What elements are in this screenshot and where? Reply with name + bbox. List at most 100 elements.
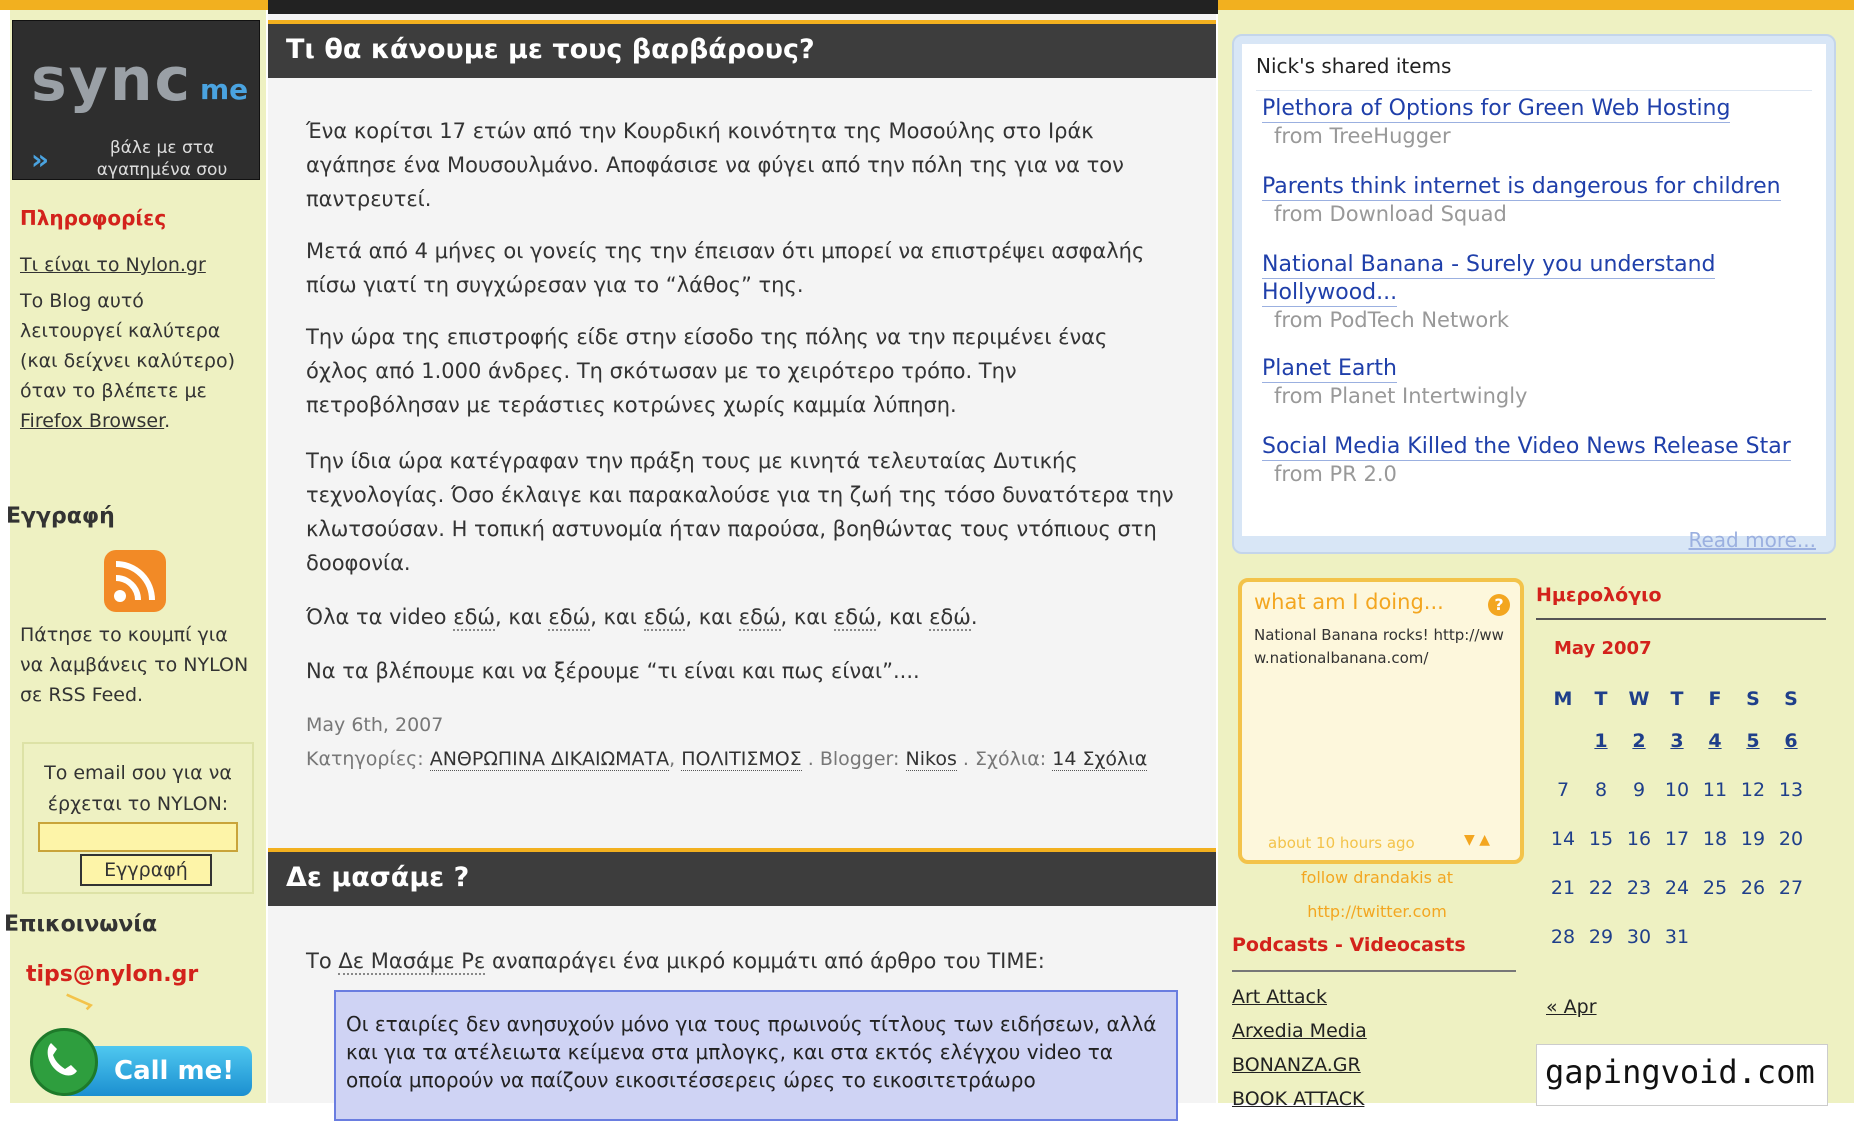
calendar-day: 31 bbox=[1664, 925, 1690, 948]
category-link[interactable]: ΠΟΛΙΤΙΣΜΟΣ bbox=[681, 748, 802, 771]
shared-item-link[interactable]: Planet Earth bbox=[1262, 356, 1397, 383]
shared-items-panel: Nick's shared items Plethora of Options … bbox=[1242, 44, 1826, 536]
divider bbox=[1232, 970, 1516, 972]
divider bbox=[1256, 90, 1812, 91]
envelope-arrow-icon bbox=[66, 993, 93, 1011]
calendar-month: May 2007 bbox=[1554, 638, 1652, 659]
top-banner bbox=[268, 0, 1218, 14]
blog-note: Το Blog αυτό λειτουργεί καλύτερα (και δε… bbox=[20, 290, 236, 432]
shared-item-link[interactable]: Parents think internet is dangerous for … bbox=[1262, 174, 1781, 201]
post1-meta: Κατηγορίες: ΑΝΘΡΩΠΙΝΑ ΔΙΚΑΙΩΜΑΤΑ, ΠΟΛΙΤΙ… bbox=[306, 748, 1148, 771]
previous-month-link[interactable]: « Apr bbox=[1546, 996, 1597, 1018]
weekday-header: T bbox=[1670, 688, 1684, 710]
podcast-link[interactable]: Art Attack bbox=[1232, 986, 1327, 1008]
left-sidebar: sync me » βάλε με στα αγαπημένα σου Πληρ… bbox=[4, 10, 266, 1103]
calendar-day-link[interactable]: 2 bbox=[1620, 716, 1658, 765]
post1-title[interactable]: Τι θα κάνουμε με τους βαρβάρους? bbox=[286, 34, 815, 65]
info-heading: Πληροφορίες bbox=[20, 206, 167, 230]
calendar-day: 9 bbox=[1632, 778, 1646, 801]
subscribe-button[interactable]: Εγγραφή bbox=[80, 854, 212, 886]
main-content: Τι θα κάνουμε με τους βαρβάρους? Ένα κορ… bbox=[268, 14, 1216, 1121]
twitter-status: National Banana rocks! http://www.nation… bbox=[1254, 626, 1504, 667]
calendar-day: 10 bbox=[1664, 778, 1690, 801]
call-me-label: Call me! bbox=[114, 1056, 235, 1086]
twitter-widget: what am I doing... ? National Banana roc… bbox=[1238, 578, 1524, 864]
rss-text: Πάτησε το κουμπί για να λαμβάνεις το NYL… bbox=[20, 624, 249, 706]
shared-items-widget: Nick's shared items Plethora of Options … bbox=[1232, 34, 1836, 554]
shared-item-link[interactable]: Social Media Killed the Video News Relea… bbox=[1262, 434, 1791, 461]
contact-heading: Επικοινωνία bbox=[4, 912, 158, 937]
email-prompt: Το email σου για να έρχεται το NYLON: bbox=[44, 762, 232, 815]
post1-paragraph-1: Ένα κορίτσι 17 ετών από την Κουρδική κοι… bbox=[306, 119, 1124, 211]
calendar-day: 28 bbox=[1550, 925, 1576, 948]
gapingvoid-banner[interactable]: gapingvoid.com bbox=[1536, 1044, 1828, 1106]
demasame-link[interactable]: Δε Μασάμε Ρε bbox=[338, 949, 486, 975]
video-link[interactable]: εδώ bbox=[453, 605, 496, 631]
shared-item-link[interactable]: National Banana - Surely you understand bbox=[1262, 252, 1716, 279]
gapingvoid-logo: gapingvoid.com bbox=[1545, 1053, 1815, 1091]
calendar-day bbox=[1734, 912, 1772, 961]
calendar-day: 16 bbox=[1626, 827, 1652, 850]
email-input[interactable] bbox=[38, 822, 238, 852]
calendar-day: 19 bbox=[1740, 827, 1766, 850]
rss-icon[interactable] bbox=[104, 550, 166, 612]
podcast-link[interactable]: BOOK ATTACK bbox=[1232, 1088, 1364, 1110]
about-link[interactable]: Τι είναι το Nylon.gr bbox=[20, 254, 206, 276]
calendar-day: 15 bbox=[1588, 827, 1614, 850]
read-more-link[interactable]: Read more... bbox=[1689, 528, 1817, 552]
weekday-header: F bbox=[1708, 688, 1722, 710]
calendar-day-link[interactable]: 5 bbox=[1734, 716, 1772, 765]
weekday-header: T bbox=[1594, 688, 1608, 710]
follow-text[interactable]: follow drandakis at bbox=[1238, 868, 1516, 887]
sync-me-logo: me bbox=[200, 73, 249, 106]
sync-logo: sync bbox=[31, 45, 193, 115]
shared-item-source: from TreeHugger bbox=[1274, 124, 1451, 148]
calendar-day-link[interactable]: 4 bbox=[1696, 716, 1734, 765]
calendar-day: 18 bbox=[1702, 827, 1728, 850]
podcast-link[interactable]: BONANZA.GR bbox=[1232, 1054, 1361, 1076]
video-link[interactable]: εδώ bbox=[643, 605, 686, 631]
double-chevron-icon: » bbox=[31, 143, 50, 176]
weekday-header: S bbox=[1746, 688, 1760, 710]
twitter-link[interactable]: http://twitter.com bbox=[1238, 902, 1516, 921]
post2-title[interactable]: Δε μασάμε ? bbox=[286, 862, 469, 893]
calendar-day bbox=[1772, 912, 1810, 961]
calendar-heading: Ημερολόγιο bbox=[1536, 584, 1662, 606]
sync-tagline: βάλε με στα αγαπημένα σου bbox=[96, 138, 228, 180]
calendar-day: 26 bbox=[1740, 876, 1766, 899]
comments-link[interactable]: 14 Σχόλια bbox=[1052, 748, 1148, 771]
shared-item-source: from Download Squad bbox=[1274, 202, 1507, 226]
category-link[interactable]: ΑΝΘΡΩΠΙΝΑ ΔΙΚΑΙΩΜΑΤΑ bbox=[429, 748, 670, 771]
calendar-day-link[interactable]: 6 bbox=[1772, 716, 1810, 765]
divider bbox=[1536, 618, 1826, 620]
calendar-day: 17 bbox=[1664, 827, 1690, 850]
calendar-day: 25 bbox=[1702, 876, 1728, 899]
syncme-banner[interactable]: sync me » βάλε με στα αγαπημένα σου bbox=[12, 20, 260, 180]
podcast-link[interactable]: Arxedia Media bbox=[1232, 1020, 1367, 1042]
top-strip bbox=[0, 0, 1854, 14]
video-link[interactable]: εδώ bbox=[929, 605, 971, 631]
calendar-day: 14 bbox=[1550, 827, 1576, 850]
post2-intro: Το Δε Μασάμε Ρε αναπαράγει ένα μικρό κομ… bbox=[306, 949, 1045, 975]
tips-email-link[interactable]: tips@nylon.gr bbox=[26, 962, 198, 1011]
email-signup-box: Το email σου για να έρχεται το NYLON: Εγ… bbox=[22, 742, 254, 894]
calendar-day-link[interactable]: 1 bbox=[1582, 716, 1620, 765]
help-icon[interactable]: ? bbox=[1488, 594, 1510, 616]
calendar-day: 20 bbox=[1778, 827, 1804, 850]
podcasts-heading: Podcasts - Videocasts bbox=[1232, 934, 1466, 956]
shared-item-link[interactable]: Plethora of Options for Green Web Hostin… bbox=[1262, 96, 1731, 123]
post1-paragraph-3: Την ώρα της επιστροφής είδε στην είσοδο … bbox=[306, 325, 1108, 417]
video-link[interactable]: εδώ bbox=[548, 605, 591, 631]
call-me-button[interactable]: Call me! bbox=[30, 1028, 252, 1100]
twitter-time[interactable]: about 10 hours ago bbox=[1268, 834, 1415, 852]
shared-item-link[interactable]: Hollywood... bbox=[1262, 280, 1398, 307]
calendar-day bbox=[1544, 716, 1582, 765]
calendar-day: 7 bbox=[1556, 778, 1570, 801]
firefox-link[interactable]: Firefox Browser bbox=[20, 410, 164, 432]
calendar-day: 29 bbox=[1588, 925, 1614, 948]
video-link[interactable]: εδώ bbox=[738, 605, 781, 631]
video-link[interactable]: εδώ bbox=[833, 605, 876, 631]
blogger-link[interactable]: Nikos bbox=[905, 748, 957, 771]
calendar-day-link[interactable]: 3 bbox=[1658, 716, 1696, 765]
scroll-arrows-icon[interactable]: ▼ ▲ bbox=[1464, 832, 1490, 848]
